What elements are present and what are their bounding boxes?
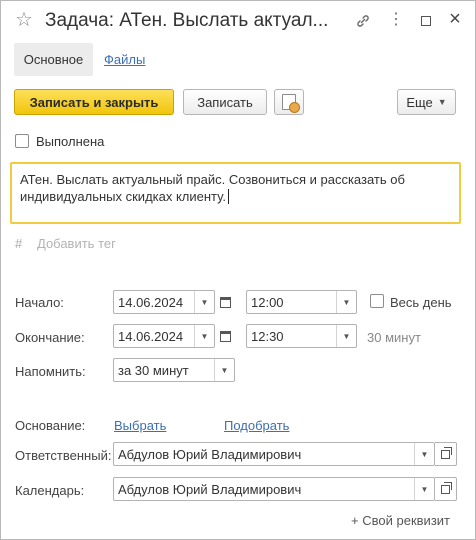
star-icon[interactable]: ☆ <box>15 10 33 30</box>
document-button[interactable] <box>274 89 304 115</box>
document-clock-icon <box>282 94 300 113</box>
calendar-label: Календарь: <box>15 483 85 498</box>
window-title: Задача: АТен. Выслать актуал... <box>45 10 329 31</box>
all-day-checkbox[interactable] <box>370 294 384 308</box>
tab-files[interactable]: Файлы <box>104 52 145 67</box>
hash-icon: # <box>15 236 23 251</box>
calendar-button[interactable] <box>214 290 236 314</box>
remind-select[interactable]: за 30 минут ▼ <box>113 358 235 382</box>
responsible-field[interactable]: Абдулов Юрий Владимирович ▼ <box>113 442 435 466</box>
open-calendar-button[interactable] <box>435 477 457 501</box>
text-cursor <box>227 189 229 204</box>
more-button[interactable]: Еще ▼ <box>397 89 456 115</box>
start-date-value: 14.06.2024 <box>118 294 184 310</box>
end-time-field[interactable]: 12:30 ▼ <box>246 324 357 348</box>
start-label: Начало: <box>15 295 64 310</box>
chevron-down-icon[interactable]: ▼ <box>336 291 356 313</box>
calendar-icon <box>219 330 231 342</box>
calendar-button[interactable] <box>214 324 236 348</box>
maximize-icon[interactable] <box>416 11 436 31</box>
chevron-down-icon[interactable]: ▼ <box>214 359 234 381</box>
open-responsible-button[interactable] <box>435 442 457 466</box>
task-window: ☆ Задача: АТен. Выслать актуал... ⋮ × Ос… <box>0 0 476 540</box>
basis-select-link[interactable]: Выбрать <box>114 418 166 433</box>
end-date-value: 14.06.2024 <box>118 328 184 344</box>
chevron-down-icon[interactable]: ▼ <box>414 443 434 465</box>
chevron-down-icon[interactable]: ▼ <box>194 291 214 313</box>
basis-label: Основание: <box>15 418 86 433</box>
done-checkbox[interactable] <box>15 134 29 148</box>
calendar-value: Абдулов Юрий Владимирович <box>118 481 302 497</box>
chevron-down-icon[interactable]: ▼ <box>336 325 356 347</box>
chevron-down-icon[interactable]: ▼ <box>194 325 214 347</box>
chevron-down-icon[interactable]: ▼ <box>414 478 434 500</box>
open-icon <box>441 481 452 494</box>
link-icon[interactable] <box>353 11 373 31</box>
start-date-field[interactable]: 14.06.2024 ▼ <box>113 290 215 314</box>
add-own-requisite-link[interactable]: + Свой реквизит <box>351 513 450 528</box>
responsible-label: Ответственный: <box>15 448 112 463</box>
calendar-icon <box>219 296 231 308</box>
save-and-close-button[interactable]: Записать и закрыть <box>14 89 174 115</box>
done-label[interactable]: Выполнена <box>36 134 104 149</box>
more-vertical-icon[interactable]: ⋮ <box>386 9 406 29</box>
duration-text: 30 минут <box>367 330 421 345</box>
end-label: Окончание: <box>15 330 85 345</box>
description-text: АТен. Выслать актуальный прайс. Созвонит… <box>20 172 405 204</box>
start-time-value: 12:00 <box>251 294 284 310</box>
chevron-down-icon: ▼ <box>437 97 447 107</box>
remind-label: Напомнить: <box>15 364 86 379</box>
responsible-value: Абдулов Юрий Владимирович <box>118 446 302 462</box>
description-textarea[interactable]: АТен. Выслать актуальный прайс. Созвонит… <box>10 162 461 224</box>
remind-value: за 30 минут <box>118 362 189 378</box>
more-button-label: Еще <box>406 94 433 110</box>
tab-main[interactable]: Основное <box>14 43 93 76</box>
start-time-field[interactable]: 12:00 ▼ <box>246 290 357 314</box>
basis-pick-link[interactable]: Подобрать <box>224 418 289 433</box>
open-icon <box>441 446 452 459</box>
end-time-value: 12:30 <box>251 328 284 344</box>
add-tag-input[interactable]: Добавить тег <box>37 236 116 251</box>
close-icon[interactable]: × <box>445 8 465 30</box>
save-button[interactable]: Записать <box>183 89 267 115</box>
all-day-label[interactable]: Весь день <box>390 295 452 310</box>
end-date-field[interactable]: 14.06.2024 ▼ <box>113 324 215 348</box>
calendar-field[interactable]: Абдулов Юрий Владимирович ▼ <box>113 477 435 501</box>
title-bar: ☆ Задача: АТен. Выслать актуал... ⋮ × <box>1 1 475 41</box>
